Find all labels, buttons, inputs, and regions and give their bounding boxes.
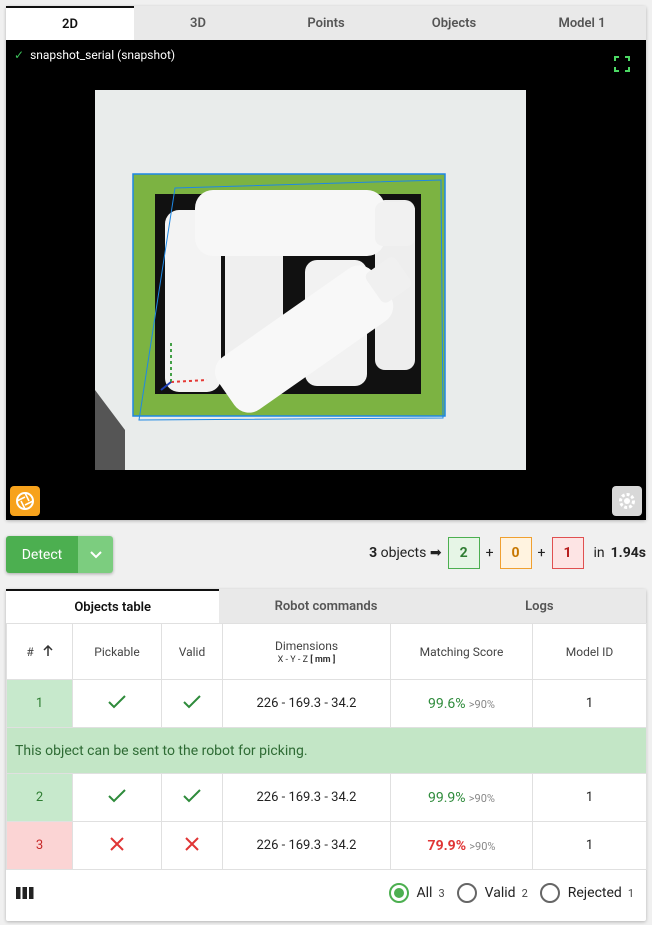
warning-count-badge: 0: [499, 537, 532, 569]
matching-score: 99.9%: [428, 789, 466, 806]
model-id-cell: 1: [532, 821, 647, 870]
check-icon: ✓: [14, 48, 25, 62]
valid-cell: [161, 679, 223, 728]
radio-unselected-icon: [456, 883, 477, 903]
column-header-matching-score[interactable]: Matching Score: [390, 623, 533, 680]
column-header-dimensions[interactable]: Dimensions X - Y - Z [ mm ]: [222, 623, 391, 680]
row-index: 2: [6, 773, 73, 822]
gear-icon: [619, 493, 635, 509]
dimensions-cell: 226 - 169.3 - 34.2: [222, 821, 391, 870]
detect-dropdown-button[interactable]: [78, 536, 113, 573]
filter-valid-radio[interactable]: Valid 2: [456, 883, 528, 903]
filter-rejected-radio[interactable]: Rejected 1: [539, 883, 634, 903]
row-info-message: This object can be sent to the robot for…: [6, 727, 647, 774]
pickable-cell: [72, 679, 162, 728]
tab-2d[interactable]: 2D: [6, 6, 134, 40]
arrow-icon: ➡: [429, 545, 442, 561]
score-cell: 99.9% >90%: [390, 773, 533, 822]
viewer-card: 2D 3D Points Objects Model 1 ✓ snapshot_…: [6, 6, 646, 520]
check-icon: [183, 788, 201, 802]
score-cell: 79.9% >90%: [390, 821, 533, 870]
columns-icon[interactable]: [16, 886, 34, 900]
viewer-settings-button[interactable]: [612, 486, 642, 516]
filter-all-label: All: [416, 885, 433, 901]
radio-selected-icon: [388, 883, 409, 903]
matching-score: 79.9%: [427, 837, 467, 854]
objects-table: # Pickable Valid Dimensions X - Y - Z [ …: [6, 623, 647, 870]
column-header-index[interactable]: #: [6, 623, 73, 680]
tab-points[interactable]: Points: [262, 6, 390, 40]
summary-text: 3 objects ➡: [369, 545, 442, 561]
column-header-valid[interactable]: Valid: [161, 623, 223, 680]
radio-unselected-icon: [539, 883, 560, 903]
pickable-cell: [72, 821, 162, 870]
detect-split-button: Detect: [6, 536, 113, 573]
pickable-info-text: This object can be sent to the robot for…: [6, 727, 647, 774]
objects-word: objects: [380, 545, 427, 561]
dimensions-cell: 226 - 169.3 - 34.2: [222, 773, 391, 822]
plus-sign: +: [485, 545, 494, 561]
image-viewer[interactable]: ✓ snapshot_serial (snapshot): [6, 40, 646, 520]
in-word: in: [593, 545, 605, 561]
model-id-cell: 1: [532, 773, 647, 822]
column-header-model-id[interactable]: Model ID: [532, 623, 647, 680]
filter-rejected-count: 1: [627, 886, 634, 900]
score-cell: 99.6% >90%: [390, 679, 533, 728]
score-threshold: >90%: [469, 839, 496, 853]
total-count: 3: [369, 545, 378, 561]
valid-cell: [161, 821, 223, 870]
camera-image: [95, 90, 526, 470]
filter-valid-label: Valid: [484, 885, 516, 901]
table-header-row: # Pickable Valid Dimensions X - Y - Z [ …: [6, 623, 647, 680]
fullscreen-icon[interactable]: [614, 56, 630, 72]
tab-objects-table[interactable]: Objects table: [6, 589, 220, 623]
score-threshold: >90%: [468, 791, 495, 805]
check-icon: [183, 694, 201, 708]
dimensions-unit: [ mm ]: [310, 654, 336, 665]
row-filter-group: All 3 Valid 2 Rejected 1: [388, 883, 634, 903]
valid-count-badge: 2: [447, 537, 480, 569]
rejected-count-badge: 1: [551, 537, 584, 569]
detect-button[interactable]: Detect: [6, 536, 78, 573]
camera-shutter-button[interactable]: [10, 486, 40, 516]
chevron-down-icon: [89, 550, 102, 558]
shutter-icon: [16, 492, 34, 510]
tab-logs[interactable]: Logs: [432, 589, 646, 623]
snapshot-label: snapshot_serial (snapshot): [30, 48, 176, 62]
plus-sign: +: [537, 545, 546, 561]
detection-summary: 3 objects ➡ 2 + 0 + 1 in 1.94s: [369, 537, 646, 569]
view-tabs: 2D 3D Points Objects Model 1: [6, 6, 646, 40]
snapshot-status: ✓ snapshot_serial (snapshot): [14, 48, 175, 62]
row-index: 1: [6, 679, 73, 728]
tab-3d[interactable]: 3D: [134, 6, 262, 40]
row-index: 3: [6, 821, 73, 870]
tab-objects[interactable]: Objects: [390, 6, 518, 40]
column-header-pickable[interactable]: Pickable: [72, 623, 162, 680]
table-row[interactable]: 3 226 - 169.3 - 34.2 79.9% >90% 1: [6, 821, 647, 870]
model-id-cell: 1: [532, 679, 647, 728]
score-threshold: >90%: [468, 697, 495, 711]
filter-all-count: 3: [438, 886, 445, 900]
check-icon: [108, 694, 126, 708]
tab-robot-commands[interactable]: Robot commands: [219, 589, 433, 623]
cross-icon: [110, 836, 124, 851]
pickable-cell: [72, 773, 162, 822]
filter-all-radio[interactable]: All 3: [388, 883, 445, 903]
table-row[interactable]: 1 226 - 169.3 - 34.2 99.6% >90% 1: [6, 679, 647, 728]
matching-score: 99.6%: [428, 695, 466, 712]
table-footer: All 3 Valid 2 Rejected 1: [6, 870, 646, 916]
filter-valid-count: 2: [521, 886, 528, 900]
dimensions-axes: X - Y - Z: [277, 654, 309, 665]
valid-cell: [161, 773, 223, 822]
detection-time: 1.94s: [610, 545, 646, 561]
filter-rejected-label: Rejected: [567, 885, 622, 901]
cross-icon: [185, 836, 199, 851]
results-card: Objects table Robot commands Logs # Pick…: [6, 589, 647, 921]
tab-model-1[interactable]: Model 1: [518, 6, 646, 40]
results-tabs: Objects table Robot commands Logs: [6, 589, 646, 623]
table-row[interactable]: 2 226 - 169.3 - 34.2 99.9% >90% 1: [6, 773, 647, 822]
sort-ascending-icon: [43, 644, 53, 656]
check-icon: [108, 788, 126, 802]
dimensions-cell: 226 - 169.3 - 34.2: [222, 679, 391, 728]
